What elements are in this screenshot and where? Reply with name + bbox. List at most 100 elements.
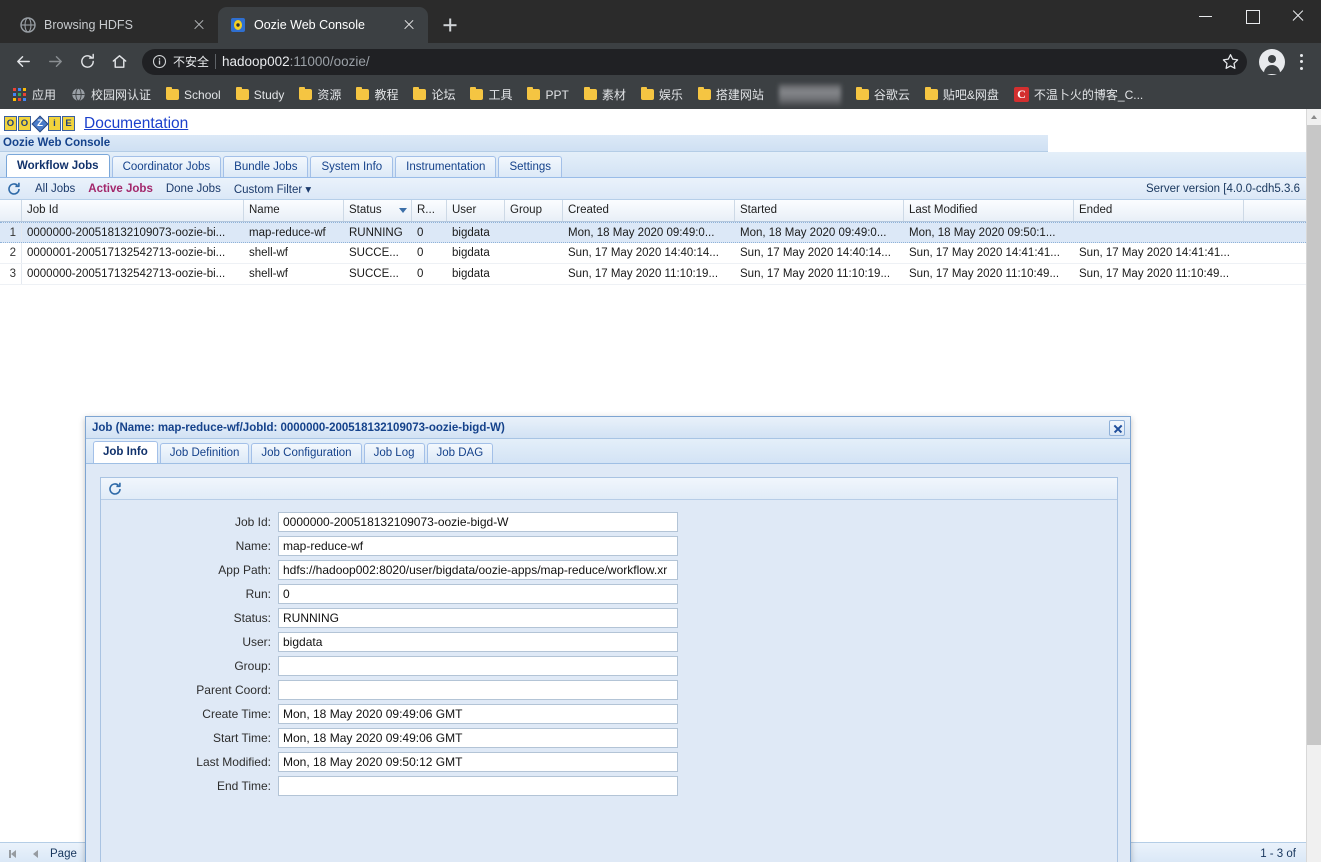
cell-ended: Sun, 17 May 2020 11:10:49... [1079,268,1230,280]
field-label: Status: [233,611,271,625]
close-icon[interactable] [190,16,208,34]
status-field[interactable]: RUNNING [278,608,678,628]
tab-job-info[interactable]: Job Info [93,441,158,463]
minimize-icon[interactable] [1183,0,1229,32]
bookmark-school[interactable]: School [160,86,227,104]
bookmark-website-building[interactable]: 搭建网站 [692,84,770,105]
close-icon[interactable] [1109,420,1125,436]
end-time-field[interactable] [278,776,678,796]
cell-last-modified: Sun, 17 May 2020 11:10:49... [909,268,1060,280]
bookmark-label: 论坛 [431,88,456,102]
bookmark-campus-auth[interactable]: 校园网认证 [65,84,157,105]
close-window-icon[interactable] [1275,0,1321,32]
column-header-ended[interactable]: Ended [1074,200,1244,221]
apps-grid-icon [12,87,27,102]
first-page-icon[interactable] [6,846,22,862]
bookmark-study[interactable]: Study [230,86,291,104]
start-time-field[interactable]: Mon, 18 May 2020 09:49:06 GMT [278,728,678,748]
browser-tab-browsing-hdfs[interactable]: Browsing HDFS [8,7,218,43]
filter-custom-filter[interactable]: Custom Filter ▾ [234,182,311,196]
field-label: End Time: [216,779,271,793]
field-row-end-time: End Time: [101,774,1117,798]
bookmark-forums[interactable]: 论坛 [407,84,461,105]
refresh-icon[interactable] [6,181,22,197]
tab-bundle-jobs[interactable]: Bundle Jobs [223,156,309,177]
new-tab-button[interactable] [436,11,464,39]
bookmark-entertainment[interactable]: 娱乐 [635,84,689,105]
tab-coordinator-jobs[interactable]: Coordinator Jobs [111,156,222,177]
back-icon[interactable] [8,47,38,77]
column-header-status[interactable]: Status [344,200,412,221]
close-icon[interactable] [400,16,418,34]
reload-icon[interactable] [72,47,102,77]
tab-system-info[interactable]: System Info [310,156,394,177]
column-header-group[interactable]: Group [505,200,563,221]
column-header-created[interactable]: Created [563,200,735,221]
profile-avatar-icon[interactable] [1259,48,1285,75]
folder-icon [413,86,427,100]
bookmark-materials[interactable]: 素材 [578,84,632,105]
folder-icon [855,86,869,100]
job-id-field[interactable]: 0000000-200518132109073-oozie-bigd-W [278,512,678,532]
bookmark-apps[interactable]: 应用 [6,84,62,105]
column-header-started[interactable]: Started [735,200,904,221]
filter-all-jobs[interactable]: All Jobs [35,183,75,195]
table-row[interactable]: 3 0000000-200517132542713-oozie-bi... sh… [0,264,1306,285]
table-row[interactable]: 2 0000001-200517132542713-oozie-bi... sh… [0,243,1306,264]
table-row[interactable]: 1 0000000-200518132109073-oozie-bi... ma… [0,222,1306,243]
maximize-icon[interactable] [1229,0,1275,32]
previous-page-icon[interactable] [28,846,44,862]
jobs-grid-header: Job Id Name Status R... User Group Creat… [0,200,1306,222]
bookmark-tutorials[interactable]: 教程 [350,84,404,105]
last-modified-field[interactable]: Mon, 18 May 2020 09:50:12 GMT [278,752,678,772]
field-label: Group: [234,659,271,673]
info-circle-icon[interactable] [152,54,167,69]
bookmark-google-cloud[interactable]: 谷歌云 [850,84,916,105]
parent-coord-field[interactable] [278,680,678,700]
field-row-start-time: Start Time: Mon, 18 May 2020 09:49:06 GM… [101,726,1117,750]
tab-job-configuration[interactable]: Job Configuration [251,443,362,463]
column-header-name[interactable]: Name [244,200,344,221]
chrome-menu-icon[interactable] [1291,49,1313,75]
forward-icon[interactable] [40,47,70,77]
chevron-down-icon[interactable] [399,208,407,213]
bookmark-tools[interactable]: 工具 [464,84,518,105]
tab-job-log[interactable]: Job Log [363,443,425,463]
job-info-toolbar [101,478,1117,500]
page-scrollbar[interactable] [1306,109,1321,862]
user-field[interactable]: bigdata [278,632,678,652]
bookmark-star-icon[interactable] [1221,52,1241,72]
filter-done-jobs[interactable]: Done Jobs [166,183,221,195]
name-field[interactable]: map-reduce-wf [278,536,678,556]
bookmark-tieba-netdisk[interactable]: 贴吧&网盘 [919,84,1005,105]
run-field[interactable]: 0 [278,584,678,604]
tab-job-dag[interactable]: Job DAG [426,443,494,463]
tab-instrumentation[interactable]: Instrumentation [395,156,497,177]
tab-job-definition[interactable]: Job Definition [159,443,250,463]
scroll-up-icon[interactable] [1307,109,1321,125]
app-path-field[interactable]: hdfs://hadoop002:8020/user/bigdata/oozie… [278,560,678,580]
column-header-run[interactable]: R... [412,200,447,221]
field-label: Parent Coord: [196,683,271,697]
bookmark-ppt[interactable]: PPT [521,86,574,104]
column-header-job-id[interactable]: Job Id [22,200,244,221]
filter-active-jobs[interactable]: Active Jobs [88,183,153,195]
scrollbar-thumb[interactable] [1307,125,1321,745]
documentation-link[interactable]: Documentation [84,115,188,133]
home-icon[interactable] [104,47,134,77]
column-header-last-modified[interactable]: Last Modified [904,200,1074,221]
address-bar[interactable]: 不安全 hadoop002:11000/oozie/ [142,48,1247,75]
tab-workflow-jobs[interactable]: Workflow Jobs [6,154,110,177]
tab-settings[interactable]: Settings [498,156,562,177]
create-time-field[interactable]: Mon, 18 May 2020 09:49:06 GMT [278,704,678,724]
refresh-icon[interactable] [107,481,123,497]
oozie-logo-letter: O [18,116,31,131]
cell-group [505,264,563,284]
bookmark-label: 素材 [601,88,626,102]
group-field[interactable] [278,656,678,676]
field-row-run: Run: 0 [101,582,1117,606]
bookmark-resources[interactable]: 资源 [293,84,347,105]
column-header-user[interactable]: User [447,200,505,221]
bookmark-csdn-blog[interactable]: C 不温卜火的博客_C... [1008,84,1149,105]
browser-tab-oozie-web-console[interactable]: Oozie Web Console [218,7,428,43]
